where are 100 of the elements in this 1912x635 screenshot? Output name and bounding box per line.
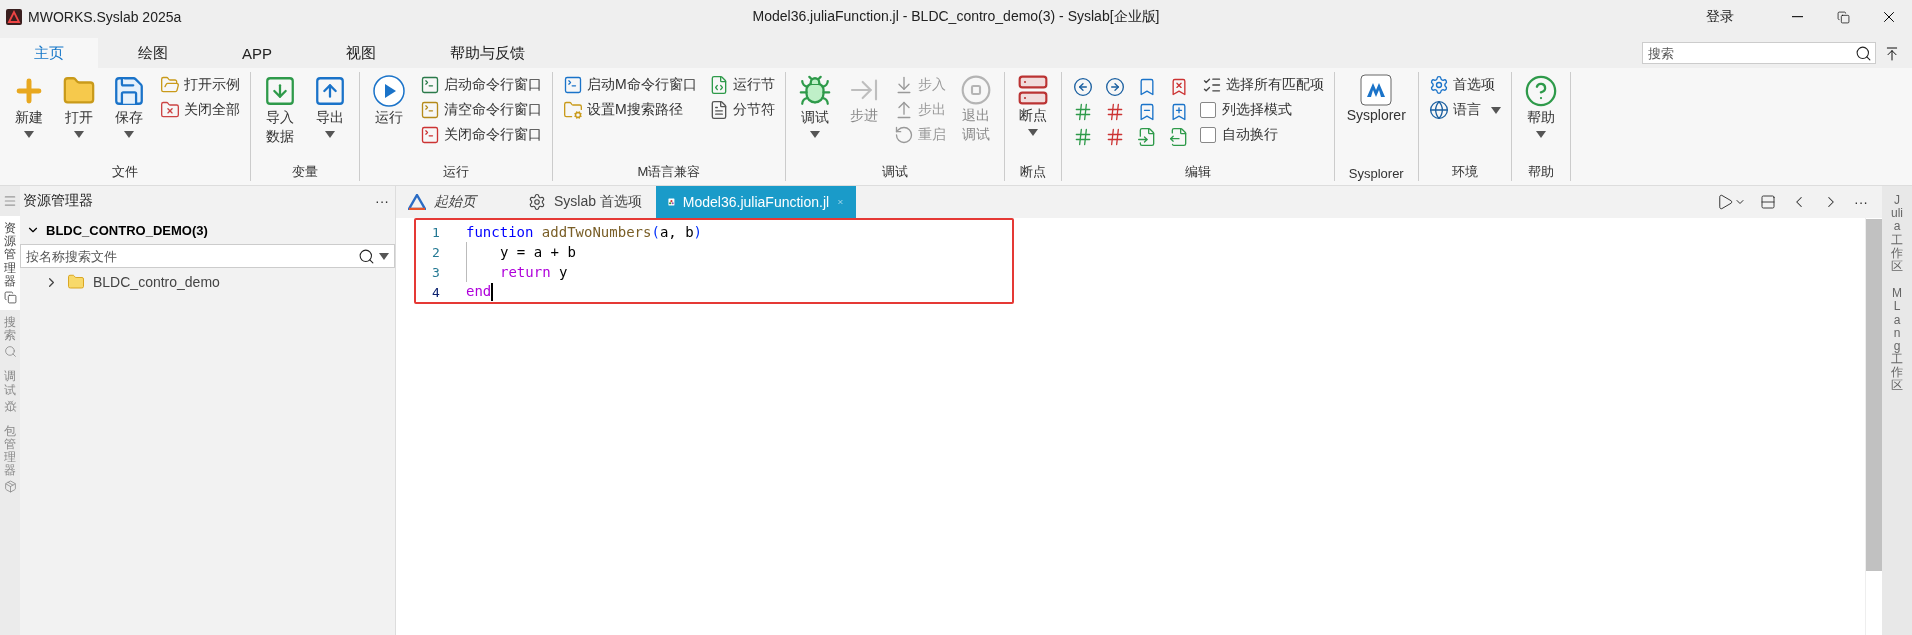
terminal-icon: [420, 75, 440, 95]
ribbon-button[interactable]: 语言: [1426, 99, 1503, 121]
save-icon: [112, 74, 146, 108]
caret-icon: [1535, 130, 1546, 138]
ribbon-button[interactable]: 调试: [793, 72, 836, 163]
restart-icon: [893, 125, 914, 145]
folder-close-icon: [160, 100, 180, 120]
logo-icon: [408, 194, 426, 210]
checkbox[interactable]: [1199, 102, 1216, 118]
ribbon-button[interactable]: 打开示例: [158, 74, 242, 96]
caret-icon: [124, 130, 134, 138]
line-number: 4: [431, 284, 441, 300]
group-label: 环境: [1451, 163, 1478, 181]
package-icon: [3, 480, 17, 494]
checkbox[interactable]: [1199, 127, 1216, 143]
split-editor-button[interactable]: [1760, 194, 1776, 210]
arrow-down-icon: [263, 74, 297, 108]
ribbon-button[interactable]: 首选项: [1426, 74, 1503, 96]
ribbon-button[interactable]: 断点: [1012, 72, 1053, 163]
section-header[interactable]: BLDC_CONTRO_DEMO(3): [20, 216, 395, 244]
globe-icon: [1428, 100, 1449, 120]
app-name: MWORKS.Syslab 2025a: [28, 9, 182, 25]
tree-item[interactable]: BLDC_contro_demo: [20, 268, 395, 296]
scrollbar[interactable]: [1866, 219, 1882, 571]
code-line: function addTwoNumbers(a, b): [466, 224, 703, 240]
line-number: 1: [431, 224, 441, 240]
ribbon-button[interactable]: 关闭全部: [158, 99, 242, 121]
app-logo-icon: [6, 9, 22, 25]
group-label: 运行: [443, 163, 469, 181]
ribbon-button[interactable]: 启动命令行窗口: [418, 74, 544, 96]
ribbon-button[interactable]: 运行: [368, 72, 410, 163]
editor-tab[interactable]: 起始页: [396, 186, 516, 218]
caret-icon: [1490, 106, 1501, 114]
ribbon-button[interactable]: 选择所有匹配项: [1199, 74, 1326, 96]
code-line: end: [466, 283, 494, 301]
bug-icon: [797, 74, 832, 108]
login-link[interactable]: 登录: [1706, 8, 1734, 26]
caret-icon[interactable]: [379, 252, 389, 260]
window-title: Model36.juliaFunction.jl - BLDC_contro_demo(3) - Syslab[企业版]: [752, 8, 1160, 26]
ribbon-tab[interactable]: 视图: [312, 38, 410, 68]
terminal-icon: [563, 75, 583, 95]
search-field[interactable]: 搜索: [1642, 42, 1876, 64]
minimize-icon: [1791, 16, 1803, 18]
ribbon-tab[interactable]: APP: [208, 38, 306, 68]
search-icon[interactable]: [1855, 44, 1872, 62]
ribbon-button[interactable]: 新建: [8, 72, 50, 163]
group-label: 调试: [881, 163, 908, 181]
list-icon: [1201, 75, 1222, 95]
help-icon: [1523, 74, 1558, 108]
ribbon-button[interactable]: 保存: [108, 72, 150, 163]
caret-icon: [24, 130, 34, 138]
ribbon-button[interactable]: Sysplorer: [1342, 72, 1410, 166]
more-button[interactable]: ···: [1854, 194, 1868, 210]
run-button[interactable]: [1716, 193, 1746, 211]
list-icon: [1016, 74, 1049, 106]
logo-icon: [1360, 74, 1393, 106]
ribbon-button[interactable]: 运行节: [706, 74, 777, 96]
terminal-icon: [420, 125, 440, 145]
code-line: y = a + b: [500, 244, 576, 260]
play-icon: [372, 74, 406, 108]
checkbox-option[interactable]: 列选择模式: [1199, 99, 1326, 121]
ribbon-button[interactable]: 导出: [309, 72, 351, 163]
ribbon-button[interactable]: 打开: [58, 72, 100, 163]
more-button[interactable]: ···: [375, 193, 389, 209]
ribbon-button[interactable]: 关闭命令行窗口: [418, 124, 544, 146]
group-label: Sysplorer: [1348, 166, 1404, 181]
terminal-icon: [420, 100, 440, 120]
ribbon-tab[interactable]: 主页: [0, 38, 98, 68]
line-number: 3: [431, 264, 441, 280]
ribbon-button[interactable]: 启动M命令行窗口: [561, 74, 699, 96]
ribbon-tab[interactable]: 绘图: [104, 38, 202, 68]
arrow-up-icon: [313, 74, 347, 108]
folder-icon: [563, 100, 583, 120]
ribbon-tab[interactable]: 帮助与反馈: [416, 38, 559, 68]
ribbon-button[interactable]: 清空命令行窗口: [418, 99, 544, 121]
ribbon-button[interactable]: 帮助: [1519, 72, 1562, 163]
checkbox-option[interactable]: 自动换行: [1199, 124, 1326, 146]
file-search-field[interactable]: 按名称搜索文件: [20, 244, 395, 268]
search-icon[interactable]: [358, 247, 375, 265]
group-label: 编辑: [1184, 163, 1211, 181]
side-tab[interactable]: Julia 工作区: [1891, 194, 1903, 274]
editor-tab[interactable]: Syslab 首选项: [516, 186, 656, 218]
group-label: 帮助: [1527, 163, 1554, 181]
activity-tab[interactable]: 资源管理器: [0, 216, 20, 310]
settings-icon: [528, 193, 546, 211]
ribbon-button[interactable]: 分节符: [706, 99, 777, 121]
restore-icon: [1836, 10, 1850, 24]
stop-icon: [959, 74, 992, 106]
folder-icon: [67, 273, 85, 291]
side-tab[interactable]: MLang 工作区: [1891, 287, 1903, 393]
caret-icon: [1027, 128, 1038, 136]
settings-icon: [1428, 75, 1449, 95]
collapse-ribbon-icon[interactable]: [1884, 46, 1900, 62]
panel-title: 资源管理器: [23, 192, 93, 210]
play-icon: [1716, 193, 1734, 211]
ribbon-button[interactable]: 设置M搜索路径: [561, 99, 699, 121]
search-icon: [3, 345, 17, 359]
ribbon-button[interactable]: 导入 数据: [259, 72, 301, 163]
caret-icon: [325, 130, 335, 138]
bug-icon: [3, 399, 17, 413]
